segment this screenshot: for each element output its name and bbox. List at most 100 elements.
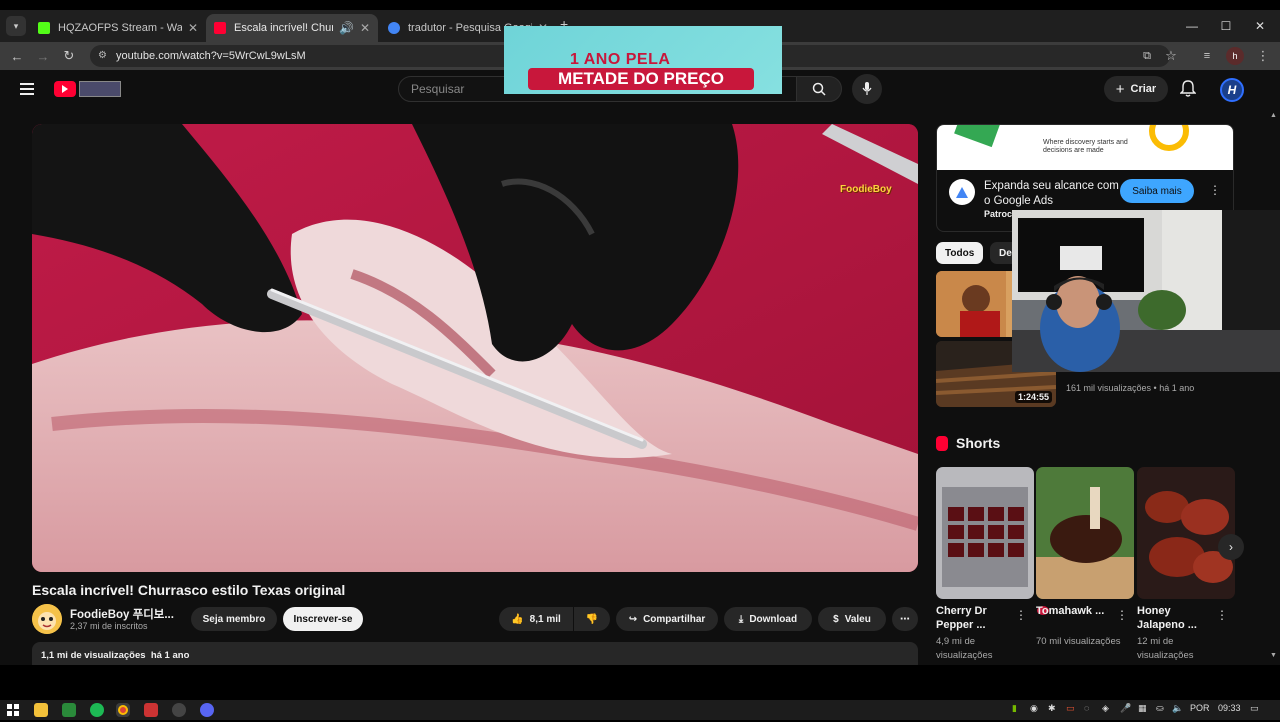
subscriber-count: 2,37 mi de inscritos [70,621,148,631]
microphone-icon [862,82,872,95]
vpn-tray-icon[interactable]: ◌ [1084,703,1089,713]
youtube-doodle-logo[interactable] [79,81,121,97]
scroll-up-icon[interactable]: ▲ [1270,112,1277,119]
short-title[interactable]: Tomahawk ... [1036,604,1120,618]
thanks-button[interactable]: $ Valeu [818,607,886,631]
shorts-heading: Shorts [936,435,1000,451]
join-button[interactable]: Seja membro [191,607,277,631]
network-tray-icon[interactable]: ⛀ [1156,703,1164,714]
site-info-icon[interactable]: ⚙ [98,45,107,67]
bookmark-star-icon[interactable]: ☆ [1160,46,1182,66]
channel-name[interactable]: FoodieBoy 푸디보... [70,606,174,622]
microphone-tray-icon[interactable]: 🎤 [1120,703,1131,714]
reload-button[interactable]: ↻ [58,46,80,66]
forward-button[interactable]: → [32,46,54,66]
thumbs-up-icon: 👍 [511,613,524,625]
page-scrollbar[interactable]: ▲ ▼ [1268,110,1280,665]
like-button[interactable]: 👍 8,1 mil [499,607,573,631]
thanks-label: Valeu [844,613,871,625]
channel-avatar[interactable] [32,604,62,634]
short-title[interactable]: Cherry Dr Pepper ... [936,604,1020,632]
ad-menu-icon[interactable]: ⋮ [1209,183,1221,197]
short-views: 70 mil visualizações [1036,636,1121,647]
video-title: Escala incrível! Churrasco estilo Texas … [32,582,346,598]
nvidia-tray-icon[interactable]: ▮ [1012,703,1017,714]
spotify-icon[interactable] [90,703,104,717]
short-views: 4,9 mi de visualizações [936,636,993,661]
profile-avatar[interactable]: h [1226,47,1244,65]
tab-list-button[interactable]: ▾ [6,16,26,36]
tab-title: Escala incrível! Churrasco estilo [234,22,333,34]
youtube-logo[interactable] [54,81,76,97]
xbox-app-icon[interactable] [62,703,76,717]
steam-icon[interactable] [172,703,186,717]
browser-menu-icon[interactable]: ⋮ [1252,46,1274,66]
google-icon [388,22,400,34]
battery-tray-icon[interactable]: ▭ [1066,703,1075,714]
notification-center-icon[interactable]: ▭ [1250,703,1259,714]
clock[interactable]: 09:33 [1218,703,1241,713]
more-actions-button[interactable]: ⋯ [892,607,918,631]
shorts-next-button[interactable]: › [1218,534,1244,560]
install-app-icon[interactable]: ⧉ [1136,46,1158,66]
channel-watermark: FoodieBoy [840,184,892,195]
short-thumbnail[interactable] [1036,467,1134,599]
views-and-date: 1,1 mi de visualizações há 1 ano [41,650,190,661]
close-icon[interactable]: ✕ [188,21,198,35]
account-avatar[interactable]: H [1220,78,1244,102]
media-controls-icon[interactable]: ≡ [1196,46,1218,66]
short-menu-icon[interactable]: ⋮ [1216,608,1228,622]
file-explorer-icon[interactable] [34,703,48,717]
scroll-down-icon[interactable]: ▼ [1270,652,1277,659]
share-button[interactable]: ↪ Compartilhar [616,607,718,631]
tab-kick-stream[interactable]: HQZAOFPS Stream - Watch Live ✕ [30,14,206,42]
video-frame [32,124,918,572]
short-views: 12 mi de visualizações [1137,636,1194,661]
ad-cta-label: Saiba mais [1132,185,1182,197]
create-button[interactable]: + Criar [1104,76,1168,102]
short-thumbnail[interactable] [936,467,1034,599]
shorts-icon [936,435,948,451]
ad-sponsor-label: Patroc [984,209,1013,219]
short-menu-icon[interactable]: ⋮ [1015,608,1027,622]
video-player[interactable]: FoodieBoy [32,124,918,572]
bluetooth-tray-icon[interactable]: ✱ [1048,703,1056,714]
speaker-icon[interactable]: 🔊 [339,21,354,35]
webcam-overlay [1012,210,1280,372]
hamburger-menu-icon[interactable] [20,83,34,95]
letterbox-bottom [0,665,1280,700]
close-icon[interactable]: ✕ [360,21,370,35]
share-label: Compartilhar [643,613,706,625]
discord-tray-icon[interactable]: ◉ [1030,703,1038,714]
short-menu-icon[interactable]: ⋮ [1116,608,1128,622]
window-close-button[interactable]: ✕ [1240,10,1280,42]
ad-headline[interactable]: Expanda seu alcance com o Google Ads [984,179,1124,209]
discord-icon[interactable] [200,703,214,717]
subscribe-button[interactable]: Inscrever-se [283,607,363,631]
dislike-button[interactable]: 👎 [574,607,610,631]
search-button[interactable] [796,76,842,102]
ad-decoration-ring [1149,125,1189,151]
chrome-icon[interactable] [116,703,130,717]
display-tray-icon[interactable]: ▦ [1138,703,1147,714]
windows-start-icon[interactable] [6,703,20,717]
tab-youtube-video[interactable]: Escala incrível! Churrasco estilo 🔊 ✕ [206,14,378,42]
subscribe-label: Inscrever-se [293,613,353,625]
short-title[interactable]: Honey Jalapeno ... [1137,604,1221,632]
voice-search-button[interactable] [852,74,882,104]
security-tray-icon[interactable]: ◈ [1102,703,1109,714]
volume-tray-icon[interactable]: 🔈 [1172,703,1183,714]
description-box[interactable]: 1,1 mi de visualizações há 1 ano [32,642,918,665]
ad-cta-button[interactable]: Saiba mais [1120,179,1194,203]
chip-all[interactable]: Todos [936,242,984,264]
ad-decoration-shape [954,125,1000,148]
input-language[interactable]: POR [1190,703,1210,713]
short-thumbnail[interactable] [1137,467,1235,599]
ad-banner: Where discovery starts and decisions are… [937,125,1233,170]
download-button[interactable]: ⤓ Download [724,607,812,631]
notifications-bell-icon[interactable] [1179,80,1197,103]
promo-line1: 1 ANO PELA [570,51,671,68]
back-button[interactable]: ← [6,46,28,66]
obs-app-icon[interactable] [144,703,158,717]
kick-icon [38,22,50,34]
